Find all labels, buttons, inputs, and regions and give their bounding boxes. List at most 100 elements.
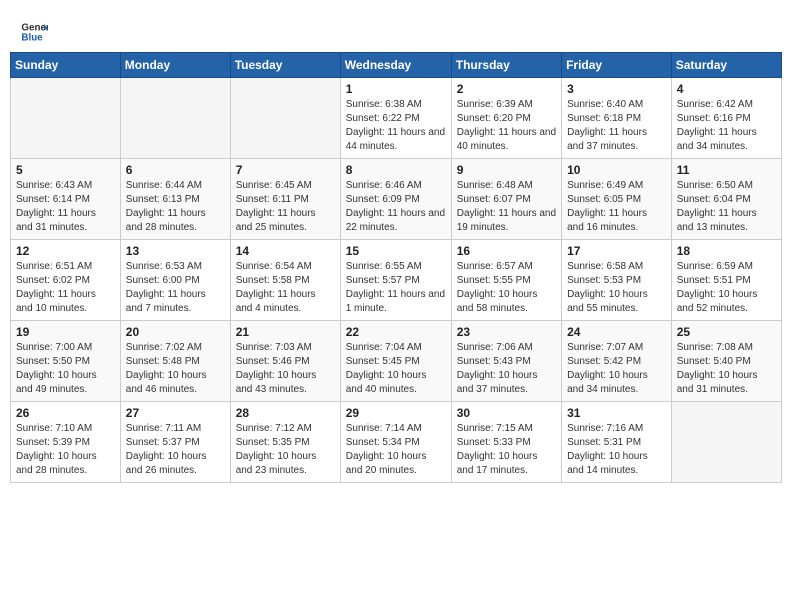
day-info: Sunrise: 7:12 AM Sunset: 5:35 PM Dayligh… bbox=[236, 422, 335, 478]
day-info: Sunrise: 6:48 AM Sunset: 6:07 PM Dayligh… bbox=[457, 179, 556, 235]
day-number: 18 bbox=[677, 244, 776, 258]
calendar-cell: 28 Sunrise: 7:12 AM Sunset: 5:35 PM Dayli… bbox=[230, 402, 340, 483]
day-number: 6 bbox=[126, 163, 225, 177]
day-info: Sunrise: 6:38 AM Sunset: 6:22 PM Dayligh… bbox=[346, 98, 446, 154]
day-number: 1 bbox=[346, 82, 446, 96]
calendar-cell: 9 Sunrise: 6:48 AM Sunset: 6:07 PM Daylig… bbox=[451, 159, 561, 240]
day-info: Sunrise: 7:00 AM Sunset: 5:50 PM Dayligh… bbox=[16, 341, 115, 397]
week-row-2: 5 Sunrise: 6:43 AM Sunset: 6:14 PM Daylig… bbox=[11, 159, 782, 240]
day-info: Sunrise: 7:16 AM Sunset: 5:31 PM Dayligh… bbox=[567, 422, 666, 478]
day-number: 14 bbox=[236, 244, 335, 258]
calendar-cell: 26 Sunrise: 7:10 AM Sunset: 5:39 PM Dayli… bbox=[11, 402, 121, 483]
day-number: 8 bbox=[346, 163, 446, 177]
day-number: 5 bbox=[16, 163, 115, 177]
calendar-cell: 11 Sunrise: 6:50 AM Sunset: 6:04 PM Dayli… bbox=[671, 159, 781, 240]
calendar-cell bbox=[120, 78, 230, 159]
day-info: Sunrise: 7:02 AM Sunset: 5:48 PM Dayligh… bbox=[126, 341, 225, 397]
day-info: Sunrise: 7:15 AM Sunset: 5:33 PM Dayligh… bbox=[457, 422, 556, 478]
day-number: 25 bbox=[677, 325, 776, 339]
calendar-cell: 2 Sunrise: 6:39 AM Sunset: 6:20 PM Daylig… bbox=[451, 78, 561, 159]
weekday-header-wednesday: Wednesday bbox=[340, 53, 451, 78]
day-info: Sunrise: 7:10 AM Sunset: 5:39 PM Dayligh… bbox=[16, 422, 115, 478]
calendar-cell bbox=[11, 78, 121, 159]
day-number: 31 bbox=[567, 406, 666, 420]
week-row-1: 1 Sunrise: 6:38 AM Sunset: 6:22 PM Daylig… bbox=[11, 78, 782, 159]
calendar-cell: 23Sunrise: 7:06 AM Sunset: 5:43 PM Dayli… bbox=[451, 321, 561, 402]
weekday-header-tuesday: Tuesday bbox=[230, 53, 340, 78]
day-number: 4 bbox=[677, 82, 776, 96]
day-info: Sunrise: 6:45 AM Sunset: 6:11 PM Dayligh… bbox=[236, 179, 335, 235]
day-info: Sunrise: 6:46 AM Sunset: 6:09 PM Dayligh… bbox=[346, 179, 446, 235]
day-number: 23 bbox=[457, 325, 556, 339]
day-info: Sunrise: 6:49 AM Sunset: 6:05 PM Dayligh… bbox=[567, 179, 666, 235]
calendar-cell: 5 Sunrise: 6:43 AM Sunset: 6:14 PM Daylig… bbox=[11, 159, 121, 240]
weekday-header-sunday: Sunday bbox=[11, 53, 121, 78]
page-header: General Blue bbox=[10, 10, 782, 52]
day-number: 7 bbox=[236, 163, 335, 177]
weekday-header-friday: Friday bbox=[562, 53, 672, 78]
calendar-cell: 4 Sunrise: 6:42 AM Sunset: 6:16 PM Daylig… bbox=[671, 78, 781, 159]
day-info: Sunrise: 7:07 AM Sunset: 5:42 PM Dayligh… bbox=[567, 341, 666, 397]
day-info: Sunrise: 6:51 AM Sunset: 6:02 PM Dayligh… bbox=[16, 260, 115, 316]
day-number: 11 bbox=[677, 163, 776, 177]
week-row-5: 26 Sunrise: 7:10 AM Sunset: 5:39 PM Dayli… bbox=[11, 402, 782, 483]
svg-text:Blue: Blue bbox=[21, 32, 43, 43]
calendar-cell: 29 Sunrise: 7:14 AM Sunset: 5:34 PM Dayli… bbox=[340, 402, 451, 483]
day-info: Sunrise: 6:55 AM Sunset: 5:57 PM Dayligh… bbox=[346, 260, 446, 316]
day-number: 20 bbox=[126, 325, 225, 339]
calendar-cell: 25 Sunrise: 7:08 AM Sunset: 5:40 PM Dayli… bbox=[671, 321, 781, 402]
calendar-cell: 7 Sunrise: 6:45 AM Sunset: 6:11 PM Daylig… bbox=[230, 159, 340, 240]
calendar-cell: 14 Sunrise: 6:54 AM Sunset: 5:58 PM Dayli… bbox=[230, 240, 340, 321]
day-info: Sunrise: 6:42 AM Sunset: 6:16 PM Dayligh… bbox=[677, 98, 776, 154]
day-number: 10 bbox=[567, 163, 666, 177]
calendar-cell: 15 Sunrise: 6:55 AM Sunset: 5:57 PM Dayli… bbox=[340, 240, 451, 321]
day-info: Sunrise: 6:40 AM Sunset: 6:18 PM Dayligh… bbox=[567, 98, 666, 154]
day-number: 16 bbox=[457, 244, 556, 258]
day-info: Sunrise: 7:04 AM Sunset: 5:45 PM Dayligh… bbox=[346, 341, 446, 397]
calendar-cell: 17 Sunrise: 6:58 AM Sunset: 5:53 PM Dayli… bbox=[562, 240, 672, 321]
day-info: Sunrise: 7:03 AM Sunset: 5:46 PM Dayligh… bbox=[236, 341, 335, 397]
day-info: Sunrise: 6:39 AM Sunset: 6:20 PM Dayligh… bbox=[457, 98, 556, 154]
calendar-cell: 21 Sunrise: 7:03 AM Sunset: 5:46 PM Dayli… bbox=[230, 321, 340, 402]
week-row-3: 12 Sunrise: 6:51 AM Sunset: 6:02 PM Dayli… bbox=[11, 240, 782, 321]
day-number: 12 bbox=[16, 244, 115, 258]
calendar-cell: 12 Sunrise: 6:51 AM Sunset: 6:02 PM Dayli… bbox=[11, 240, 121, 321]
weekday-header-saturday: Saturday bbox=[671, 53, 781, 78]
day-number: 26 bbox=[16, 406, 115, 420]
day-info: Sunrise: 7:08 AM Sunset: 5:40 PM Dayligh… bbox=[677, 341, 776, 397]
weekday-header-thursday: Thursday bbox=[451, 53, 561, 78]
day-info: Sunrise: 6:43 AM Sunset: 6:14 PM Dayligh… bbox=[16, 179, 115, 235]
logo: General Blue bbox=[20, 18, 52, 46]
week-row-4: 19 Sunrise: 7:00 AM Sunset: 5:50 PM Dayli… bbox=[11, 321, 782, 402]
day-number: 28 bbox=[236, 406, 335, 420]
weekday-header-row: SundayMondayTuesdayWednesdayThursdayFrid… bbox=[11, 53, 782, 78]
day-number: 27 bbox=[126, 406, 225, 420]
day-info: Sunrise: 7:14 AM Sunset: 5:34 PM Dayligh… bbox=[346, 422, 446, 478]
day-number: 3 bbox=[567, 82, 666, 96]
weekday-header-monday: Monday bbox=[120, 53, 230, 78]
day-number: 15 bbox=[346, 244, 446, 258]
day-info: Sunrise: 6:58 AM Sunset: 5:53 PM Dayligh… bbox=[567, 260, 666, 316]
day-number: 19 bbox=[16, 325, 115, 339]
day-info: Sunrise: 6:54 AM Sunset: 5:58 PM Dayligh… bbox=[236, 260, 335, 316]
day-number: 21 bbox=[236, 325, 335, 339]
day-number: 29 bbox=[346, 406, 446, 420]
day-number: 17 bbox=[567, 244, 666, 258]
calendar-cell: 19 Sunrise: 7:00 AM Sunset: 5:50 PM Dayli… bbox=[11, 321, 121, 402]
day-number: 22 bbox=[346, 325, 446, 339]
day-number: 2 bbox=[457, 82, 556, 96]
calendar-cell: 24Sunrise: 7:07 AM Sunset: 5:42 PM Dayli… bbox=[562, 321, 672, 402]
calendar-cell bbox=[230, 78, 340, 159]
calendar-cell: 8 Sunrise: 6:46 AM Sunset: 6:09 PM Daylig… bbox=[340, 159, 451, 240]
calendar-cell: 31 Sunrise: 7:16 AM Sunset: 5:31 PM Dayli… bbox=[562, 402, 672, 483]
calendar-cell: 18Sunrise: 6:59 AM Sunset: 5:51 PM Dayli… bbox=[671, 240, 781, 321]
day-number: 9 bbox=[457, 163, 556, 177]
calendar-cell: 27Sunrise: 7:11 AM Sunset: 5:37 PM Dayli… bbox=[120, 402, 230, 483]
calendar-cell bbox=[671, 402, 781, 483]
day-info: Sunrise: 6:57 AM Sunset: 5:55 PM Dayligh… bbox=[457, 260, 556, 316]
logo-icon: General Blue bbox=[20, 18, 48, 46]
day-info: Sunrise: 6:53 AM Sunset: 6:00 PM Dayligh… bbox=[126, 260, 225, 316]
calendar-cell: 22 Sunrise: 7:04 AM Sunset: 5:45 PM Dayli… bbox=[340, 321, 451, 402]
day-info: Sunrise: 6:50 AM Sunset: 6:04 PM Dayligh… bbox=[677, 179, 776, 235]
calendar-cell: 10 Sunrise: 6:49 AM Sunset: 6:05 PM Dayli… bbox=[562, 159, 672, 240]
